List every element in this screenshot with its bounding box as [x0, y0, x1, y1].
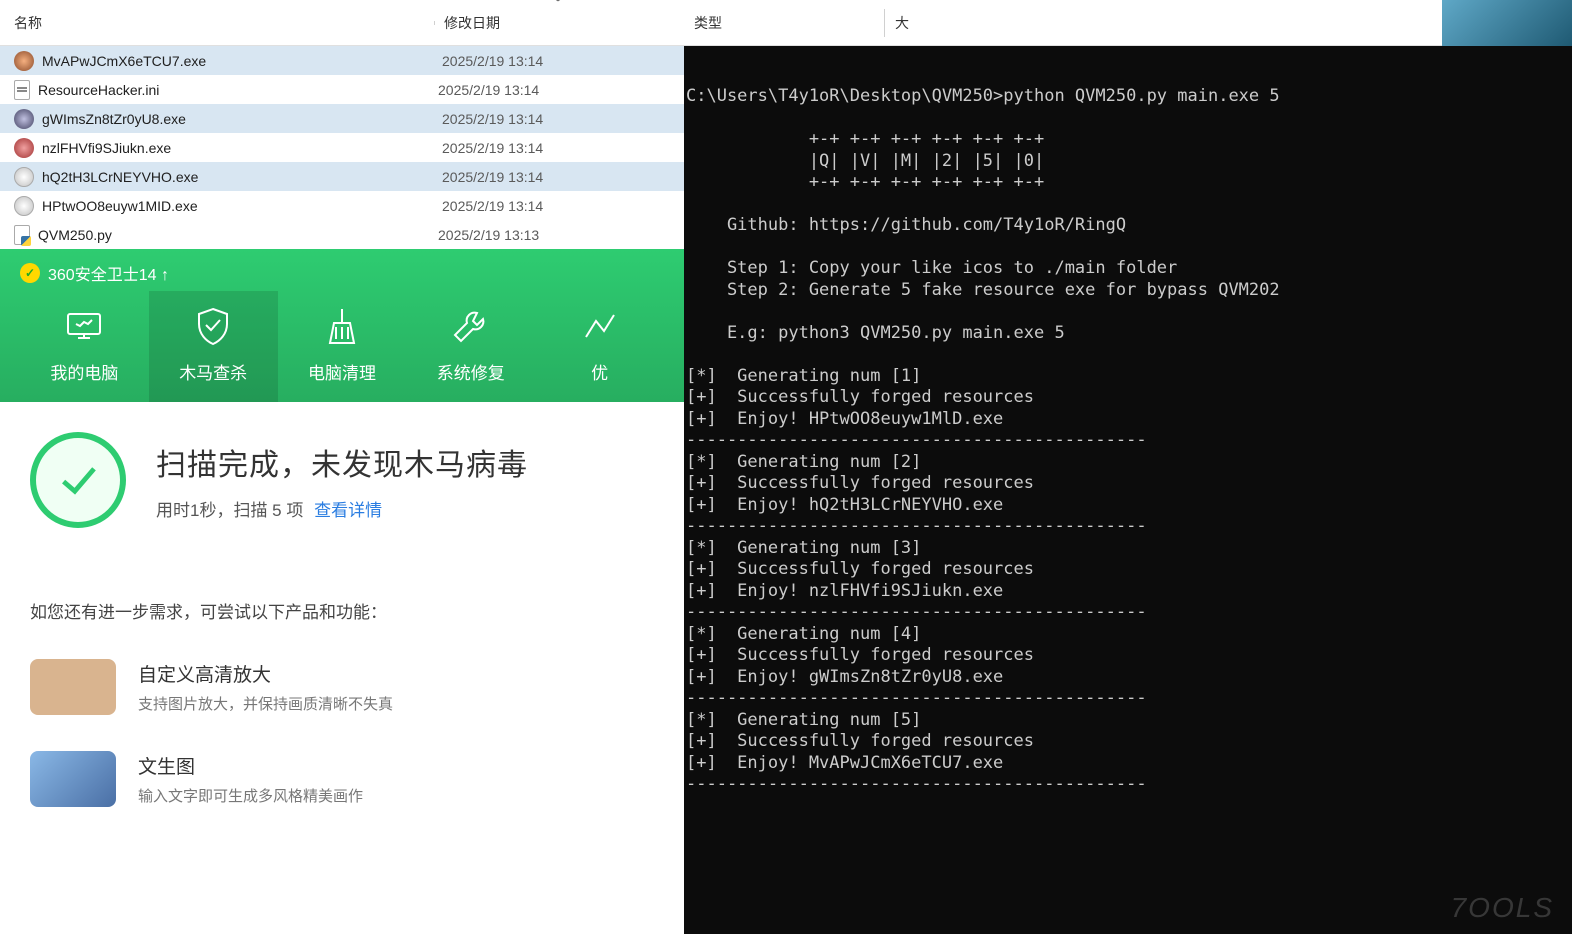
- file-icon: [14, 80, 30, 100]
- explorer-header-right: 类型 大: [684, 0, 1572, 46]
- rec-title: 文生图: [138, 752, 363, 779]
- file-date: 2025/2/19 13:14: [442, 140, 543, 156]
- rec-thumbnail: [30, 751, 116, 807]
- tab-optimize[interactable]: 优: [535, 291, 664, 402]
- tab-label: 我的电脑: [20, 359, 149, 384]
- file-row[interactable]: QVM250.py 2025/2/19 13:13: [0, 220, 684, 249]
- file-icon: [14, 196, 34, 216]
- recommendation-item[interactable]: 自定义高清放大 支持图片放大，并保持画质清晰不失真: [30, 659, 654, 715]
- cmd-output: C:\Users\T4y1oR\Desktop\QVM250>python QV…: [684, 82, 1572, 934]
- 360-logo-icon: ✓: [20, 263, 40, 283]
- recommend-header: 如您还有进一步需求，可尝试以下产品和功能：: [30, 598, 654, 623]
- file-icon: [14, 138, 34, 158]
- view-details-link[interactable]: 查看详情: [314, 501, 382, 520]
- file-date: 2025/2/19 13:14: [442, 169, 543, 185]
- col-name[interactable]: 名称: [14, 13, 444, 33]
- explorer-header: 名称 修改日期 ﹀: [0, 0, 684, 46]
- file-name: QVM250.py: [38, 227, 438, 243]
- rec-thumbnail: [30, 659, 116, 715]
- 360-security-app: ✓ 360安全卫士14 ↑ 我的电脑 木马查杀 电脑清理 系统修复 优 扫描完成…: [0, 249, 684, 807]
- file-name: gWImsZn8tZr0yU8.exe: [42, 111, 442, 127]
- rec-title: 自定义高清放大: [138, 660, 393, 687]
- tab-cleanup[interactable]: 电脑清理: [278, 291, 407, 402]
- repair-icon: [449, 305, 493, 349]
- file-explorer: 名称 修改日期 ﹀ MvAPwJCmX6eTCU7.exe 2025/2/19 …: [0, 0, 684, 249]
- file-date: 2025/2/19 13:14: [442, 198, 543, 214]
- tab-label: 系统修复: [406, 359, 535, 384]
- rec-desc: 支持图片放大，并保持画质清晰不失真: [138, 693, 393, 714]
- tab-label: 木马查杀: [149, 359, 278, 384]
- file-icon: [14, 109, 34, 129]
- sort-chevron-icon: ﹀: [552, 0, 564, 11]
- file-row[interactable]: HPtwOO8euyw1MID.exe 2025/2/19 13:14: [0, 191, 684, 220]
- app-title: 360安全卫士14 ↑: [48, 261, 169, 285]
- optimize-icon: [578, 305, 622, 349]
- cleanup-icon: [320, 305, 364, 349]
- col-type[interactable]: 类型: [684, 9, 884, 37]
- rec-desc: 输入文字即可生成多风格精美画作: [138, 785, 363, 806]
- tab-label: 优: [535, 359, 664, 384]
- file-icon: [14, 225, 30, 245]
- recommendation-item[interactable]: 文生图 输入文字即可生成多风格精美画作: [30, 751, 654, 807]
- desktop-wallpaper-sliver: [1442, 0, 1572, 46]
- col-size[interactable]: 大: [884, 9, 1084, 37]
- tab-label: 电脑清理: [278, 359, 407, 384]
- file-icon: [14, 167, 34, 187]
- scan-result-title: 扫描完成，未发现木马病毒: [156, 440, 528, 484]
- file-name: HPtwOO8euyw1MID.exe: [42, 198, 442, 214]
- file-name: nzlFHVfi9SJiukn.exe: [42, 140, 442, 156]
- cmd-terminal[interactable]: C:\Users\T4y1oR\Desktop\QVM250>python QV…: [684, 46, 1572, 934]
- col-date[interactable]: 修改日期: [444, 13, 664, 33]
- file-date: 2025/2/19 13:13: [438, 227, 539, 243]
- app-title-bar: ✓ 360安全卫士14 ↑: [20, 261, 664, 291]
- file-name: hQ2tH3LCrNEYVHO.exe: [42, 169, 442, 185]
- scan-success-icon: [30, 432, 126, 528]
- file-name: ResourceHacker.ini: [38, 82, 438, 98]
- file-date: 2025/2/19 13:14: [442, 53, 543, 69]
- file-date: 2025/2/19 13:14: [442, 111, 543, 127]
- tab-repair[interactable]: 系统修复: [406, 291, 535, 402]
- tab-trojan-scan[interactable]: 木马查杀: [149, 291, 278, 402]
- file-row[interactable]: gWImsZn8tZr0yU8.exe 2025/2/19 13:14: [0, 104, 684, 133]
- my-pc-icon: [62, 305, 106, 349]
- file-name: MvAPwJCmX6eTCU7.exe: [42, 53, 442, 69]
- file-row[interactable]: hQ2tH3LCrNEYVHO.exe 2025/2/19 13:14: [0, 162, 684, 191]
- file-date: 2025/2/19 13:14: [438, 82, 539, 98]
- watermark: 7OOLS: [1451, 892, 1554, 924]
- tab-my-pc[interactable]: 我的电脑: [20, 291, 149, 402]
- scan-result-subtitle: 用时1秒，扫描 5 项 查看详情: [156, 496, 528, 521]
- trojan-scan-icon: [191, 305, 235, 349]
- file-row[interactable]: nzlFHVfi9SJiukn.exe 2025/2/19 13:14: [0, 133, 684, 162]
- file-icon: [14, 51, 34, 71]
- file-row[interactable]: ResourceHacker.ini 2025/2/19 13:14: [0, 75, 684, 104]
- file-row[interactable]: MvAPwJCmX6eTCU7.exe 2025/2/19 13:14: [0, 46, 684, 75]
